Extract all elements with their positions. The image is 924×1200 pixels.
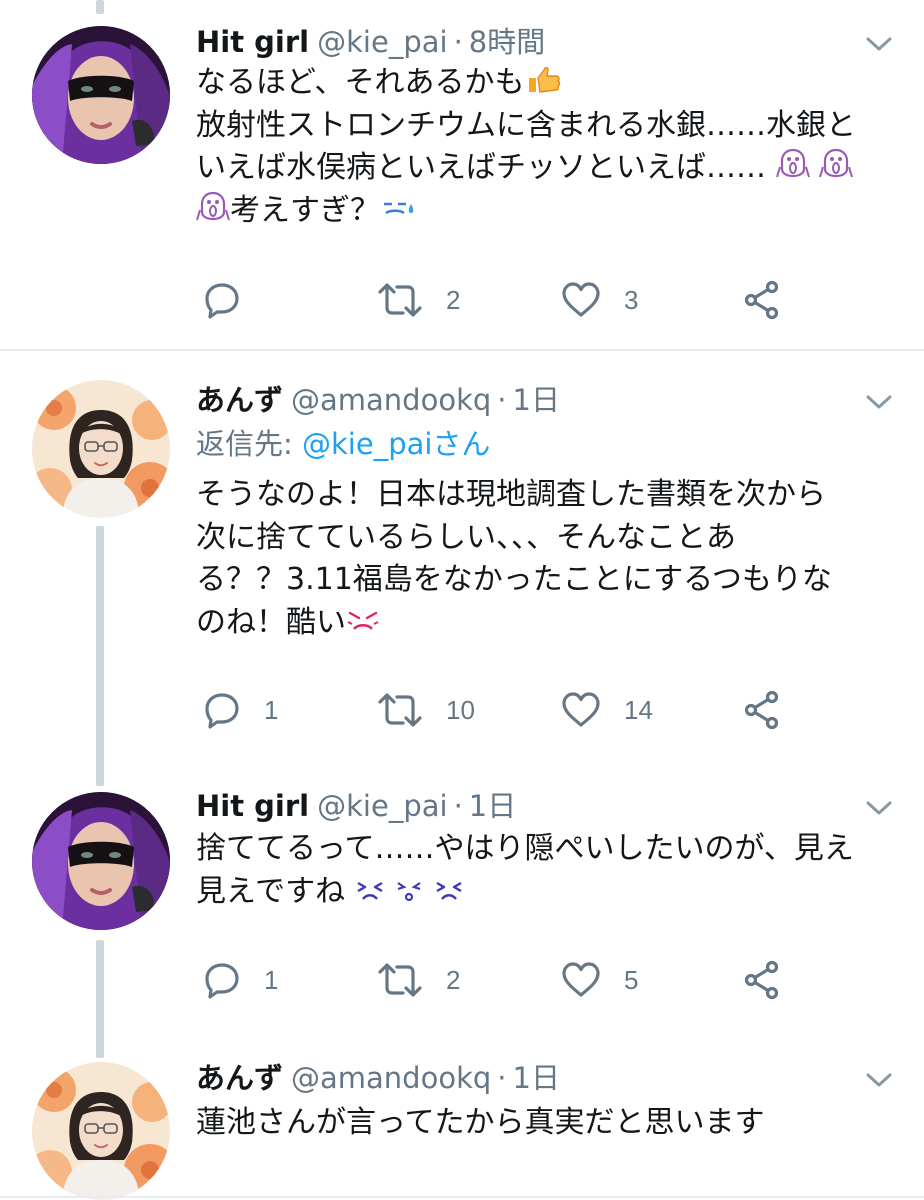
timeline: Hit girl @kie_pai · 8時間 なるほど、それあるかも 放射性ストロン… bbox=[0, 0, 924, 1200]
share-button[interactable] bbox=[742, 276, 782, 324]
tweet[interactable]: Hit girl @kie_pai · 1日 捨ててるって……やはり隠ぺいしたいのが、… bbox=[0, 770, 924, 1040]
timestamp[interactable]: 1日 bbox=[513, 383, 560, 417]
like-icon[interactable] bbox=[560, 280, 602, 320]
tweet[interactable]: あんず @amandookq · 1日 蓮池さんが言ってたから真実だと思います bbox=[0, 1040, 924, 1200]
screaming-face-icon bbox=[196, 191, 230, 220]
tweet[interactable]: Hit girl @kie_pai · 8時間 なるほど、それあるかも 放射性ストロン… bbox=[0, 0, 924, 350]
angry-face-icon bbox=[347, 611, 379, 630]
chevron-down-icon[interactable] bbox=[864, 798, 894, 818]
retweet-icon[interactable] bbox=[376, 960, 424, 1000]
tweet-text: 捨ててるって……やはり隠ぺいしたいのが、見え 見えですね bbox=[196, 828, 892, 913]
screaming-face-icon bbox=[775, 148, 810, 178]
frustrated-face-icon bbox=[357, 881, 383, 900]
avatar[interactable] bbox=[32, 792, 170, 930]
separator-dot: · bbox=[497, 1061, 507, 1095]
user-handle[interactable]: @amandookq bbox=[291, 383, 491, 417]
tweet-line: のね！酷い bbox=[196, 604, 346, 640]
tweet-line: る？？3.11福島をなかったことにするつもりな bbox=[196, 562, 832, 597]
tweet-text: なるほど、それあるかも 放射性ストロンチウムに含まれる水銀……水銀と いえば水俣… bbox=[196, 62, 892, 232]
retweet-button[interactable]: 2 bbox=[376, 956, 460, 1004]
tweet-actions: 1 2 5 bbox=[196, 956, 816, 1004]
reply-context: 返信先: @kie_paiさん bbox=[196, 424, 490, 464]
share-button[interactable] bbox=[742, 956, 782, 1004]
tweet-line: 蓮池さんが言ってたから真実だと思います bbox=[196, 1105, 765, 1140]
timestamp[interactable]: 8時間 bbox=[469, 25, 545, 59]
reply-button[interactable]: 1 bbox=[202, 956, 278, 1004]
separator-dot: · bbox=[497, 383, 507, 417]
display-name[interactable]: Hit girl bbox=[196, 789, 309, 823]
avatar[interactable] bbox=[32, 1062, 170, 1200]
tweet-line: 放射性ストロンチウムに含まれる水銀……水銀と bbox=[196, 107, 856, 143]
divider bbox=[0, 349, 924, 351]
like-count: 14 bbox=[624, 694, 653, 725]
reply-button[interactable] bbox=[202, 276, 264, 324]
user-handle[interactable]: @kie_pai bbox=[317, 789, 447, 823]
tweet-actions: 2 3 bbox=[196, 276, 816, 324]
reply-to-label: 返信先: bbox=[196, 427, 302, 461]
tweet-header: あんず @amandookq · 1日 bbox=[196, 1058, 864, 1098]
avatar[interactable] bbox=[32, 26, 170, 164]
tweet-header: あんず @amandookq · 1日 bbox=[196, 380, 864, 420]
tweet-text: そうなのよ！日本は現地調査した書類を次から 次に捨てているらしい、、、そんなこと… bbox=[196, 474, 892, 644]
retweet-icon[interactable] bbox=[376, 690, 424, 730]
timestamp[interactable]: 1日 bbox=[469, 789, 516, 823]
display-name[interactable]: あんず bbox=[196, 1061, 283, 1095]
divider bbox=[0, 1196, 924, 1198]
tweet-header: Hit girl @kie_pai · 8時間 bbox=[196, 22, 864, 62]
tweet-line: 次に捨てているらしい、、、そんなことあ bbox=[196, 519, 736, 555]
tweet-line: 考えすぎ？ bbox=[230, 192, 380, 228]
like-button[interactable]: 5 bbox=[560, 956, 638, 1004]
separator-dot: · bbox=[453, 789, 463, 823]
like-count: 5 bbox=[624, 964, 639, 995]
thumbs-up-icon bbox=[528, 67, 560, 93]
chevron-down-icon[interactable] bbox=[864, 1070, 894, 1090]
retweet-button[interactable]: 2 bbox=[376, 276, 460, 324]
surprised-face-icon bbox=[397, 881, 421, 901]
reply-count: 1 bbox=[264, 964, 279, 995]
like-icon[interactable] bbox=[560, 960, 602, 1000]
retweet-button[interactable]: 10 bbox=[376, 686, 475, 734]
retweet-count: 10 bbox=[446, 694, 475, 725]
user-handle[interactable]: @kie_pai bbox=[317, 25, 447, 59]
reply-to-mention[interactable]: @kie_paiさん bbox=[302, 427, 490, 461]
tweet-line: いえば水俣病といえばチッソといえば…… bbox=[196, 150, 766, 185]
reply-icon[interactable] bbox=[202, 690, 242, 730]
chevron-down-icon[interactable] bbox=[864, 34, 894, 54]
reply-button[interactable]: 1 bbox=[202, 686, 278, 734]
tweet[interactable]: あんず @amandookq · 1日 返信先: @kie_paiさん そうなのよ！日… bbox=[0, 352, 924, 762]
tweet-actions: 1 10 14 bbox=[196, 686, 816, 734]
share-icon[interactable] bbox=[742, 280, 782, 320]
tweet-line: そうなのよ！日本は現地調査した書類を次から bbox=[196, 477, 826, 512]
like-icon[interactable] bbox=[560, 690, 602, 730]
reply-icon[interactable] bbox=[202, 960, 242, 1000]
frustrated-face-icon bbox=[436, 881, 462, 900]
display-name[interactable]: あんず bbox=[196, 383, 283, 417]
share-icon[interactable] bbox=[742, 960, 782, 1000]
screaming-face-icon bbox=[819, 148, 854, 178]
reply-count: 1 bbox=[264, 694, 279, 725]
like-count: 3 bbox=[624, 284, 639, 315]
display-name[interactable]: Hit girl bbox=[196, 25, 309, 59]
avatar[interactable] bbox=[32, 380, 170, 518]
user-handle[interactable]: @amandookq bbox=[291, 1061, 491, 1095]
share-icon[interactable] bbox=[742, 690, 782, 730]
share-button[interactable] bbox=[742, 686, 782, 734]
retweet-count: 2 bbox=[446, 964, 461, 995]
timestamp[interactable]: 1日 bbox=[513, 1061, 560, 1095]
tweet-line: 捨ててるって……やはり隠ぺいしたいのが、見え bbox=[196, 831, 854, 866]
tweet-header: Hit girl @kie_pai · 1日 bbox=[196, 786, 864, 826]
reply-icon[interactable] bbox=[202, 280, 242, 320]
tweet-text: 蓮池さんが言ってたから真実だと思います bbox=[196, 1102, 892, 1145]
tweet-line: 見えですね bbox=[196, 873, 346, 909]
retweet-count: 2 bbox=[446, 284, 461, 315]
sweat-face-icon bbox=[384, 202, 414, 214]
chevron-down-icon[interactable] bbox=[864, 392, 894, 412]
separator-dot: · bbox=[453, 25, 463, 59]
tweet-line: なるほど、それあるかも bbox=[196, 65, 525, 100]
like-button[interactable]: 3 bbox=[560, 276, 638, 324]
retweet-icon[interactable] bbox=[376, 280, 424, 320]
like-button[interactable]: 14 bbox=[560, 686, 653, 734]
